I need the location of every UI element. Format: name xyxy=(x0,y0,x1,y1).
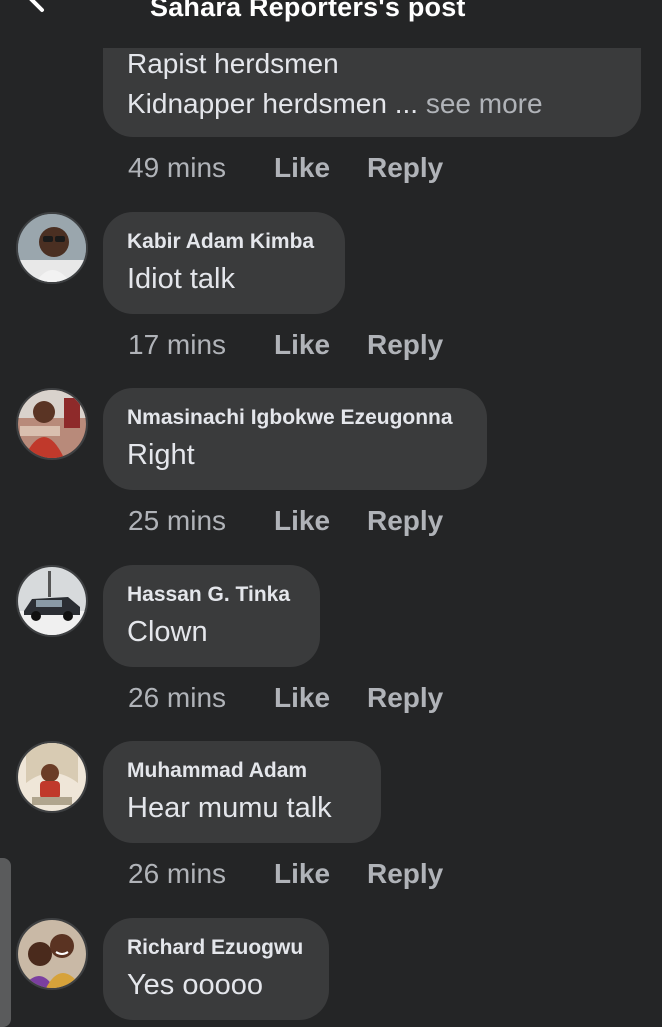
like-button[interactable]: Like xyxy=(274,505,367,537)
avatar[interactable] xyxy=(16,741,88,813)
reply-button[interactable]: Reply xyxy=(367,858,443,890)
avatar-car-icon xyxy=(18,567,86,635)
comment-author[interactable]: Nmasinachi Igbokwe Ezeugonna xyxy=(127,406,462,430)
comment-actions: 26 mins Like Reply xyxy=(128,856,443,892)
comment-author[interactable]: Hassan G. Tinka xyxy=(127,583,295,607)
like-button[interactable]: Like xyxy=(274,152,367,184)
comment-author[interactable]: Richard Ezuogwu xyxy=(127,936,304,960)
comment-time: 49 mins xyxy=(128,152,227,183)
reply-button[interactable]: Reply xyxy=(367,682,443,714)
top-bar: Sahara Reporters's post xyxy=(0,0,662,48)
scrollbar-handle[interactable] xyxy=(0,858,11,1027)
reply-button[interactable]: Reply xyxy=(367,152,443,184)
comment-text: Idiot talk xyxy=(127,263,235,295)
comment-text: Yes ooooo xyxy=(127,969,264,1001)
comment-bubble[interactable]: Muhammad Adam Hear mumu talk xyxy=(103,741,381,843)
avatar[interactable] xyxy=(16,212,88,284)
comment-text-line: Kidnapper herdsmen ... xyxy=(127,88,419,119)
comment-bubble[interactable]: Rapist herdsmen Kidnapper herdsmen ... s… xyxy=(103,40,641,137)
comment-author[interactable]: Kabir Adam Kimba xyxy=(127,230,320,254)
comment-actions: 25 mins Like Reply xyxy=(128,503,443,539)
avatar-child-icon xyxy=(18,743,86,811)
comment-actions: 17 mins Like Reply xyxy=(128,327,443,363)
comment-text: Clown xyxy=(127,616,208,648)
comment-actions: 49 mins Like Reply xyxy=(128,150,443,186)
comment-author[interactable]: Muhammad Adam xyxy=(127,759,356,783)
comment-actions: 26 mins Like Reply xyxy=(128,680,443,716)
avatar-couple-icon xyxy=(18,920,86,988)
comment-text-line: Kidnapper herdsmen ... see more xyxy=(127,84,617,124)
like-button[interactable]: Like xyxy=(274,329,367,361)
comment-time: 26 mins xyxy=(128,682,227,713)
back-arrow-icon[interactable] xyxy=(22,0,66,18)
comment-bubble[interactable]: Nmasinachi Igbokwe Ezeugonna Right xyxy=(103,388,487,490)
comment-bubble[interactable]: Kabir Adam Kimba Idiot talk xyxy=(103,212,345,314)
comment-bubble[interactable]: Hassan G. Tinka Clown xyxy=(103,565,320,667)
avatar[interactable] xyxy=(16,918,88,990)
reply-button[interactable]: Reply xyxy=(367,505,443,537)
like-button[interactable]: Like xyxy=(274,858,367,890)
avatar[interactable] xyxy=(16,388,88,460)
avatar-man-glasses-icon xyxy=(18,214,86,282)
avatar-woman-red-icon xyxy=(18,390,86,458)
comment-time: 17 mins xyxy=(128,329,227,360)
comment-text: Right xyxy=(127,439,195,471)
comment-time: 25 mins xyxy=(128,505,227,536)
see-more-link[interactable]: see more xyxy=(426,88,543,119)
page-title: Sahara Reporters's post xyxy=(150,0,466,22)
avatar[interactable] xyxy=(16,565,88,637)
comments-screen: Sahara Reporters's post Rapist herdsmen … xyxy=(0,0,662,1027)
like-button[interactable]: Like xyxy=(274,682,367,714)
comment-time: 26 mins xyxy=(128,858,227,889)
comment-text: Hear mumu talk xyxy=(127,792,332,824)
reply-button[interactable]: Reply xyxy=(367,329,443,361)
comment-bubble[interactable]: Richard Ezuogwu Yes ooooo xyxy=(103,918,329,1020)
comment-text-line: Rapist herdsmen xyxy=(127,48,339,79)
